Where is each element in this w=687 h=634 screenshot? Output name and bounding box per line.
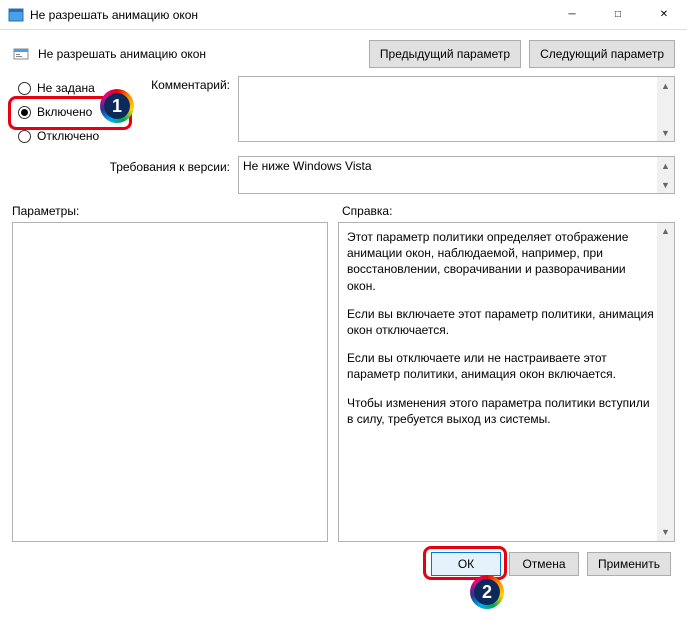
scroll-up-icon[interactable]: ▲ (657, 77, 674, 94)
policy-icon (12, 45, 30, 63)
radio-not-configured[interactable]: Не задана (12, 76, 130, 100)
minimize-button[interactable]: ─ (549, 0, 595, 30)
radio-enabled[interactable]: Включено (12, 100, 130, 124)
ok-button[interactable]: ОК (431, 552, 501, 576)
header-row: Не разрешать анимацию окон Предыдущий па… (12, 40, 675, 68)
titlebar: Не разрешать анимацию окон ─ □ ✕ (0, 0, 687, 30)
help-text: Если вы отключаете или не настраиваете э… (347, 350, 654, 382)
dialog-footer: ОК Отмена Применить (12, 552, 675, 576)
radio-label: Отключено (37, 129, 99, 143)
help-text: Этот параметр политики определяет отобра… (347, 229, 654, 294)
previous-setting-button[interactable]: Предыдущий параметр (369, 40, 521, 68)
help-label: Справка: (342, 204, 392, 218)
scroll-up-icon[interactable]: ▲ (657, 223, 674, 240)
scroll-down-icon[interactable]: ▼ (657, 124, 674, 141)
window-controls: ─ □ ✕ (549, 0, 687, 30)
help-text: Если вы включаете этот параметр политики… (347, 306, 654, 338)
requirements-value: Не ниже Windows Vista (243, 159, 372, 173)
radio-icon (18, 106, 31, 119)
close-button[interactable]: ✕ (641, 0, 687, 30)
apply-button[interactable]: Применить (587, 552, 671, 576)
maximize-button[interactable]: □ (595, 0, 641, 30)
radio-icon (18, 130, 31, 143)
comment-label: Комментарий: (130, 76, 230, 148)
scroll-down-icon[interactable]: ▼ (657, 176, 674, 193)
help-panel: Этот параметр политики определяет отобра… (338, 222, 675, 542)
next-setting-button[interactable]: Следующий параметр (529, 40, 675, 68)
cancel-button[interactable]: Отмена (509, 552, 579, 576)
scrollbar[interactable]: ▲ ▼ (657, 77, 674, 141)
options-label: Параметры: (12, 204, 342, 218)
scrollbar[interactable]: ▲ ▼ (657, 157, 674, 193)
radio-label: Не задана (37, 81, 95, 95)
comment-textarea[interactable]: ▲ ▼ (238, 76, 675, 142)
options-panel (12, 222, 328, 542)
scroll-up-icon[interactable]: ▲ (657, 157, 674, 174)
requirements-box: Не ниже Windows Vista ▲ ▼ (238, 156, 675, 194)
radio-icon (18, 82, 31, 95)
scroll-down-icon[interactable]: ▼ (657, 524, 674, 541)
window-icon (8, 7, 24, 23)
setting-name: Не разрешать анимацию окон (38, 47, 206, 61)
help-text: Чтобы изменения этого параметра политики… (347, 395, 654, 427)
state-radio-group: Не задана Включено Отключено (12, 76, 130, 148)
window-title: Не разрешать анимацию окон (30, 8, 198, 22)
requirements-label: Требования к версии: (12, 156, 230, 194)
scrollbar[interactable]: ▲ ▼ (657, 223, 674, 541)
radio-disabled[interactable]: Отключено (12, 124, 130, 148)
radio-label: Включено (37, 105, 92, 119)
